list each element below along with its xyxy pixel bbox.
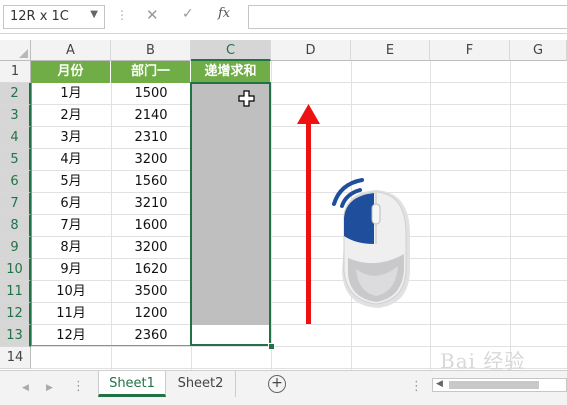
cell-b1[interactable]: 部门一 (111, 61, 191, 83)
cell-a1[interactable]: 月份 (31, 61, 111, 83)
sheet-tab-bar: ◀ ▶ ⋮ Sheet1 Sheet2 + ⋮ ◀ (0, 370, 567, 405)
row-header-4[interactable]: 4 (0, 127, 31, 149)
scroll-tabs-left-icon[interactable]: ◀ (22, 383, 29, 393)
column-header-b[interactable]: B (111, 40, 191, 61)
name-box[interactable]: 12R x 1C ▼ (3, 5, 105, 29)
chevron-down-icon[interactable]: ▼ (90, 9, 98, 20)
tab-more-icon[interactable]: ⋮ (72, 379, 85, 394)
row-header-8[interactable]: 8 (0, 215, 31, 237)
row-header-1[interactable]: 1 (0, 61, 31, 83)
row-header-5[interactable]: 5 (0, 149, 31, 171)
up-arrow-icon (297, 104, 320, 324)
row-header-9[interactable]: 9 (0, 237, 31, 259)
column-header-f[interactable]: F (430, 40, 510, 61)
row-header-10[interactable]: 10 (0, 259, 31, 281)
select-all-triangle-icon (19, 49, 28, 58)
tab-sheet1[interactable]: Sheet1 (98, 371, 166, 397)
column-header-g[interactable]: G (510, 40, 567, 61)
scroll-tabs-right-icon[interactable]: ▶ (46, 383, 53, 393)
cancel-icon[interactable]: ✕ (146, 6, 159, 24)
formula-bar-grip-icon: ⋮ (116, 8, 128, 22)
watermark: Bai 经验 (440, 349, 526, 373)
enter-check-icon[interactable]: ✓ (182, 6, 194, 22)
formula-bar: 12R x 1C ▼ ⋮ ✕ ✓ fx (0, 0, 567, 34)
row-header-7[interactable]: 7 (0, 193, 31, 215)
selection-border (190, 82, 271, 346)
tab-sheet2[interactable]: Sheet2 (166, 371, 236, 397)
row-header-13[interactable]: 13 (0, 325, 31, 347)
column-header-a[interactable]: A (31, 40, 111, 61)
cell-c1[interactable]: 递增求和 (191, 61, 271, 83)
row-header-14[interactable]: 14 (0, 347, 31, 369)
column-header-c[interactable]: C (191, 40, 271, 61)
row-header-11[interactable]: 11 (0, 281, 31, 303)
row-header-12[interactable]: 12 (0, 303, 31, 325)
select-all-corner[interactable] (0, 40, 31, 61)
name-box-value: 12R x 1C (10, 9, 69, 24)
horizontal-scrollbar[interactable]: ◀ (432, 378, 567, 392)
cell-cursor-icon (238, 90, 255, 107)
scrollbar-thumb[interactable] (449, 381, 539, 389)
add-sheet-icon[interactable]: + (268, 375, 286, 393)
fill-handle[interactable] (268, 343, 275, 350)
row-header-6[interactable]: 6 (0, 171, 31, 193)
column-header-d[interactable]: D (271, 40, 351, 61)
row-header-2[interactable]: 2 (0, 83, 31, 105)
split-handle-icon[interactable]: ⋮ (410, 379, 423, 394)
column-header-e[interactable]: E (351, 40, 430, 61)
table-border (31, 82, 192, 346)
mouse-illustration-icon (332, 178, 410, 308)
formula-input[interactable] (248, 5, 567, 29)
row-header-3[interactable]: 3 (0, 105, 31, 127)
scroll-left-icon[interactable]: ◀ (436, 379, 443, 389)
insert-function-icon[interactable]: fx (218, 6, 230, 21)
